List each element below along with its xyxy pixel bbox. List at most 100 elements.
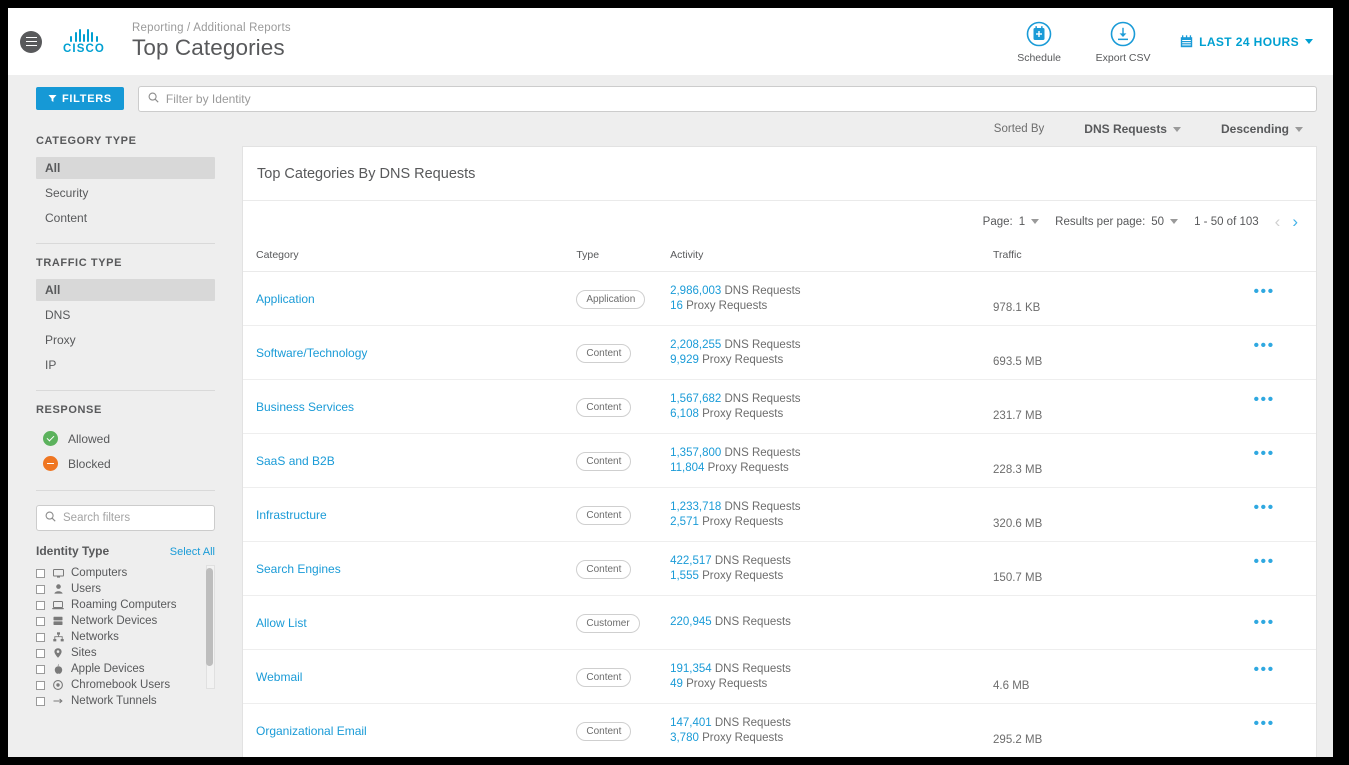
column-header-category[interactable]: Category [243,241,577,272]
dns-unit: DNS Requests [724,392,801,405]
list-item[interactable]: Chromebook Users [36,677,199,693]
table-row[interactable]: Webmail Content 191,354 DNS Requests 49 … [243,649,1316,704]
list-item[interactable]: Users [36,581,199,597]
filter-search-box[interactable] [36,505,217,531]
results-per-page-selector[interactable]: Results per page: 50 [1055,216,1179,228]
main-content: Sorted By DNS Requests Descending Top Ca… [230,122,1333,757]
option-label: DNS [45,308,71,322]
server-icon [52,616,64,626]
table-row[interactable]: Application Application 2,986,003 DNS Re… [243,271,1316,326]
column-header-traffic[interactable]: Traffic [993,241,1254,272]
traffic-type-option-dns[interactable]: DNS [36,304,215,326]
menu-icon[interactable] [20,30,42,53]
checkbox[interactable] [36,600,45,610]
checkbox[interactable] [36,584,45,594]
checkbox[interactable] [36,696,45,706]
category-link[interactable]: Search Engines [256,562,341,576]
category-link[interactable]: Software/Technology [256,346,367,360]
table-row[interactable]: Software/Technology Content 2,208,255 DN… [243,325,1316,380]
results-range-text: 1 - 50 of 103 [1194,215,1259,228]
dns-count: 191,354 [670,662,712,675]
prev-page-button[interactable]: ‹ [1275,213,1281,230]
category-link[interactable]: Allow List [256,616,307,630]
category-link[interactable]: Business Services [256,400,354,414]
proxy-unit: Proxy Requests [707,461,789,474]
identity-search-box[interactable] [137,85,1317,112]
row-menu-button[interactable]: ••• [1253,337,1274,354]
select-all-link[interactable]: Select All [170,546,215,558]
response-label: Blocked [68,456,111,471]
traffic-type-option-all[interactable]: All [36,279,215,301]
header-actions: Schedule Export CSV LAST 24 HOURS [1008,19,1313,64]
date-range-selector[interactable]: LAST 24 HOURS [1180,35,1313,49]
sort-field-dropdown[interactable]: DNS Requests [1084,122,1181,136]
category-link[interactable]: Organizational Email [256,724,367,738]
row-menu-button[interactable]: ••• [1253,499,1274,516]
search-input[interactable] [165,91,1307,106]
identity-list-scrollbar[interactable] [206,565,215,689]
category-link[interactable]: Webmail [256,670,302,684]
list-item[interactable]: Sites [36,645,199,661]
sort-direction-value: Descending [1220,122,1289,136]
category-type-option-content[interactable]: Content [36,207,215,229]
traffic-type-option-ip[interactable]: IP [36,354,215,376]
export-csv-button[interactable]: Export CSV [1092,19,1154,64]
option-label: IP [45,358,57,372]
row-menu-button[interactable]: ••• [1253,391,1274,408]
column-header-activity[interactable]: Activity [670,241,994,272]
next-page-button[interactable]: › [1292,213,1298,230]
row-menu-button[interactable]: ••• [1253,661,1274,678]
category-link[interactable]: Application [256,292,315,306]
table-row[interactable]: Business Services Content 1,567,682 DNS … [243,379,1316,434]
category-type-option-security[interactable]: Security [36,182,215,204]
sort-direction-dropdown[interactable]: Descending [1221,122,1303,136]
scrollbar-thumb[interactable] [206,568,213,666]
list-item[interactable]: Network Tunnels [36,693,199,709]
type-badge: Content [576,721,632,741]
proxy-count: 9,929 [670,353,699,366]
filters-button-label: FILTERS [62,92,112,105]
traffic-value: 295.2 MB [993,733,1043,746]
response-option-blocked[interactable]: Blocked [36,451,215,476]
table-row[interactable]: Search Engines Content 422,517 DNS Reque… [243,541,1316,596]
checkbox[interactable] [36,664,45,674]
app-header: CISCO Reporting / Additional Reports Top… [8,8,1333,75]
row-menu-button[interactable]: ••• [1253,614,1274,631]
list-item[interactable]: Computers [36,565,199,581]
list-item-label: Computers [71,567,128,579]
type-badge: Content [576,505,632,525]
row-menu-button[interactable]: ••• [1253,445,1274,462]
list-item[interactable]: Apple Devices [36,661,199,677]
response-option-allowed[interactable]: Allowed [36,426,215,451]
table-row[interactable]: Organizational Email Content 147,401 DNS… [243,703,1316,757]
checkbox[interactable] [36,616,45,626]
table-row[interactable]: SaaS and B2B Content 1,357,800 DNS Reque… [243,433,1316,488]
schedule-button[interactable]: Schedule [1008,19,1070,64]
row-menu-button[interactable]: ••• [1253,283,1274,300]
chevron-down-icon [1170,219,1179,224]
option-label: Security [45,186,89,200]
checkbox[interactable] [36,680,45,690]
table-row[interactable]: Infrastructure Content 1,233,718 DNS Req… [243,487,1316,542]
list-item[interactable]: Roaming Computers [36,597,199,613]
activity-proxy: 49 Proxy Requests [670,677,993,692]
page-selector[interactable]: Page: 1 [983,216,1040,228]
category-link[interactable]: Infrastructure [256,508,327,522]
row-menu-button[interactable]: ••• [1253,715,1274,732]
table-row[interactable]: Allow List Customer 220,945 DNS Requests… [243,595,1316,650]
row-menu-button[interactable]: ••• [1253,553,1274,570]
column-header-type[interactable]: Type [576,241,671,272]
filters-button[interactable]: FILTERS [36,87,124,110]
panel-title: Top Categories By DNS Requests [257,166,476,182]
laptop-icon [52,600,64,610]
checkbox[interactable] [36,632,45,642]
traffic-type-option-proxy[interactable]: Proxy [36,329,215,351]
activity-dns: 220,945 DNS Requests [670,615,993,630]
checkbox[interactable] [36,648,45,658]
checkbox[interactable] [36,568,45,578]
list-item[interactable]: Network Devices [36,613,199,629]
list-item[interactable]: Networks [36,629,199,645]
filter-search-input[interactable] [63,512,217,524]
category-type-option-all[interactable]: All [36,157,215,179]
category-link[interactable]: SaaS and B2B [256,454,335,468]
